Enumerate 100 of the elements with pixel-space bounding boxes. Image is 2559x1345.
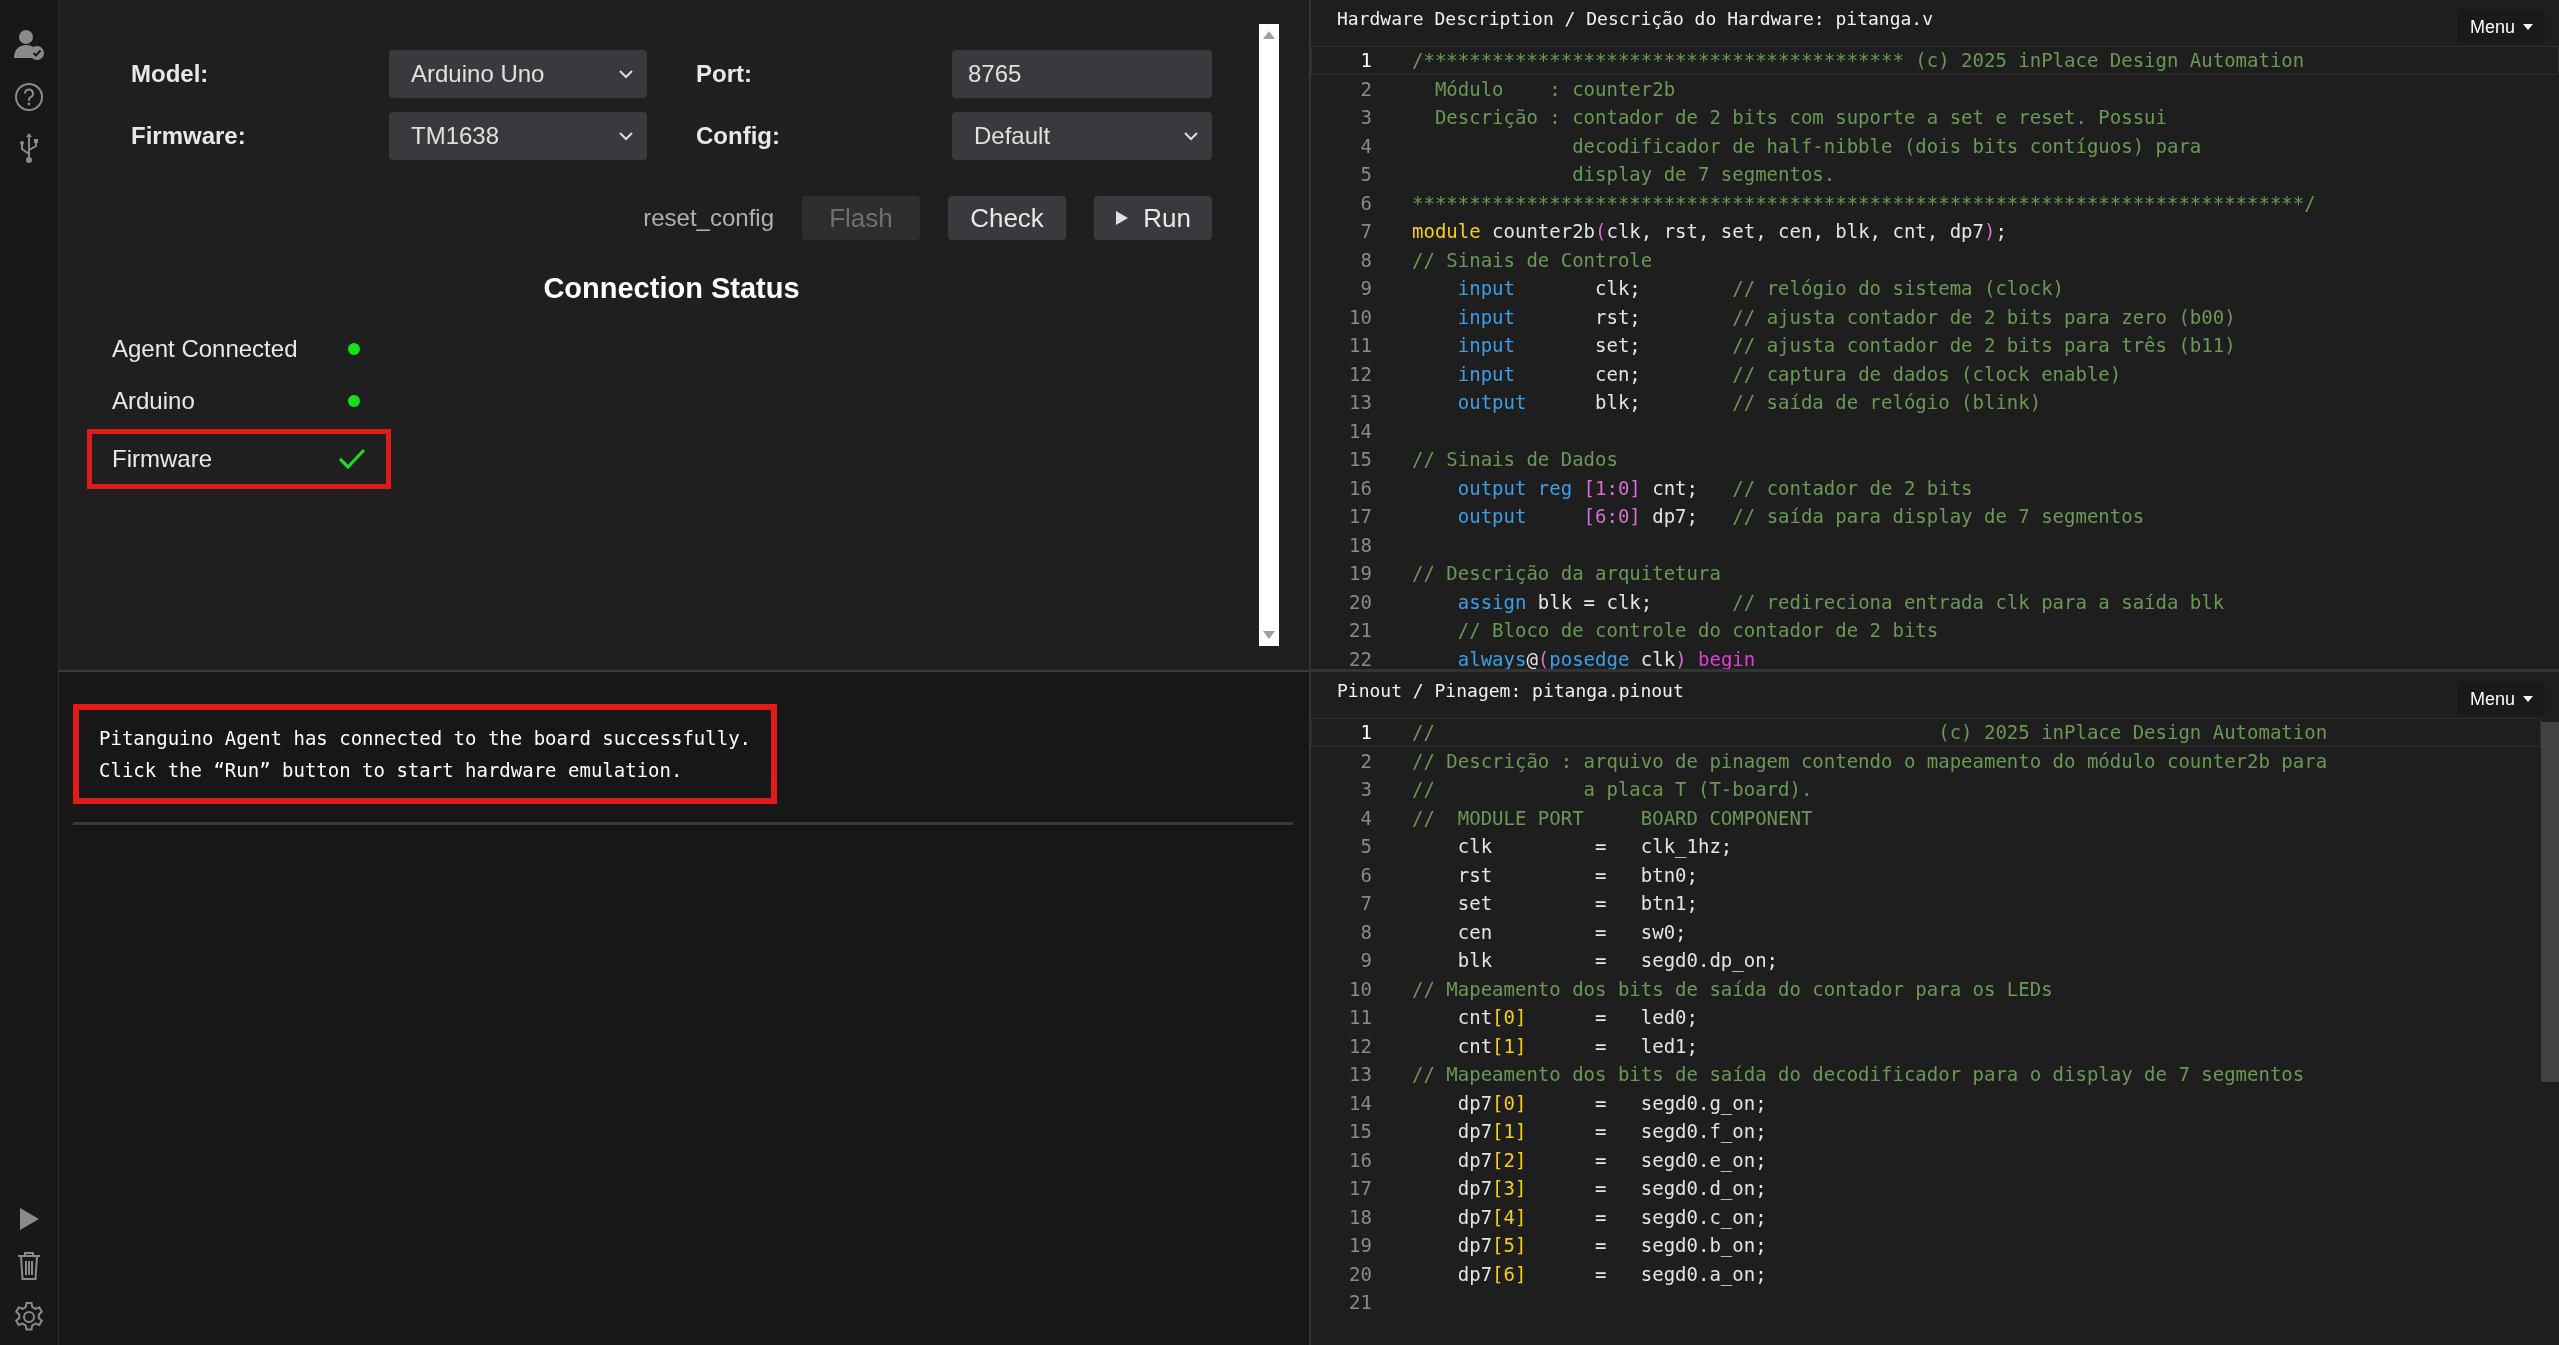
code-text: dp7: [1456, 1120, 1493, 1143]
status-label: Agent Connected: [112, 335, 298, 363]
code-text: dp7: [1456, 1205, 1493, 1228]
code-bracket: (: [1595, 220, 1607, 243]
line-number: 8: [1359, 920, 1372, 943]
line-number: 3: [1359, 106, 1372, 129]
line-number: 1: [1359, 49, 1372, 72]
line-number: 21: [1348, 619, 1372, 642]
code-text: clk, rst, set, cen, blk, cnt, dp7: [1606, 220, 1984, 243]
code-comment: // Mapeamento dos bits de saída do decodificador para o display de 7 segmentos: [1412, 1063, 2305, 1086]
console-line: Pitanguino Agent has connected to the board successfully.: [99, 726, 752, 751]
code-text: dp7;: [1651, 505, 1698, 528]
code-text: cnt: [1456, 1006, 1493, 1029]
scroll-up-icon[interactable]: [1262, 30, 1276, 40]
code-text: = led1;: [1594, 1034, 1698, 1057]
firmware-select[interactable]: TM1638: [389, 112, 647, 160]
scrollbar-thumb[interactable]: [2541, 722, 2559, 1082]
model-select[interactable]: Arduino Uno: [389, 50, 647, 98]
play-icon[interactable]: [18, 1207, 40, 1231]
menu-button[interactable]: Menu: [2457, 682, 2545, 716]
menu-button[interactable]: Menu: [2457, 10, 2545, 44]
chevron-down-icon: [619, 131, 633, 141]
code-index: [1]: [1492, 1034, 1527, 1057]
code-text: = led0;: [1594, 1006, 1698, 1029]
line-number: 15: [1348, 448, 1372, 471]
code-comment: // saída para display de 7 segmentos: [1731, 505, 2145, 528]
code-comment: // saída de relógio (blink): [1731, 391, 2042, 414]
run-button[interactable]: Run: [1094, 196, 1212, 240]
code-comment: // Sinais de Dados: [1412, 448, 1618, 471]
help-icon[interactable]: [14, 82, 44, 112]
line-number: 15: [1348, 1120, 1372, 1143]
code-comment: // redireciona entrada clk para a saída blk: [1731, 590, 2225, 613]
code-index: [5]: [1492, 1234, 1527, 1257]
code-text: = segd0.c_on;: [1594, 1205, 1767, 1228]
line-number: 17: [1348, 505, 1372, 528]
code-comment: // Descrição : arquivo de pinagem contendo o mapeamento do módulo counter2b para: [1412, 749, 2328, 772]
line-number: 11: [1348, 334, 1372, 357]
play-icon: [1115, 210, 1130, 226]
code-index: [2]: [1492, 1148, 1527, 1171]
line-number: 8: [1359, 248, 1372, 271]
line-number: 14: [1348, 419, 1372, 442]
line-number: 19: [1348, 1234, 1372, 1257]
code-text: = segd0.g_on;: [1594, 1091, 1767, 1114]
usb-icon[interactable]: [18, 132, 40, 164]
code-keyword: output: [1456, 391, 1527, 414]
code-keyword: input: [1456, 362, 1515, 385]
status-dot: [348, 343, 360, 355]
code-keyword: input: [1456, 305, 1515, 328]
line-number: 12: [1348, 362, 1372, 385]
config-select[interactable]: Default: [952, 112, 1212, 160]
trash-icon[interactable]: [16, 1251, 42, 1281]
code-comment: // a placa T (T-board).: [1412, 778, 1813, 801]
code-text: clk: [1639, 647, 1676, 669]
code-text: clk = clk_1hz;: [1456, 835, 1733, 858]
code-index: [0]: [1492, 1091, 1527, 1114]
chevron-down-icon: [1184, 131, 1198, 141]
line-number: 17: [1348, 1177, 1372, 1200]
model-label: Model:: [131, 60, 210, 88]
caret-down-icon: [2523, 696, 2533, 702]
line-number: 16: [1348, 1148, 1372, 1171]
code-index: [1]: [1492, 1120, 1527, 1143]
settings-icon[interactable]: [13, 1301, 45, 1333]
code-keyword: module: [1412, 220, 1481, 243]
code-text: = segd0.a_on;: [1594, 1262, 1767, 1285]
line-number: 9: [1359, 949, 1372, 972]
code-comment: ******************************************************************************/: [1412, 191, 2316, 214]
line-number: 13: [1348, 391, 1372, 414]
line-number: 20: [1348, 590, 1372, 613]
code-keyword: input: [1456, 277, 1515, 300]
line-number: 21: [1348, 1291, 1372, 1314]
code-comment: Descrição : contador de 2 bits com suporte a set e reset. Possui: [1433, 106, 2167, 129]
reset-config-link[interactable]: reset_config: [643, 204, 774, 232]
line-number: 7: [1359, 220, 1372, 243]
check-button[interactable]: Check: [948, 196, 1066, 240]
code-comment: // ajusta contador de 2 bits para três (b11): [1731, 334, 2236, 357]
code-text: = segd0.f_on;: [1594, 1120, 1767, 1143]
line-number: 6: [1359, 863, 1372, 886]
code-keyword: output: [1456, 505, 1528, 528]
code-keyword: output reg: [1456, 476, 1574, 499]
code-text: ;: [1995, 220, 2007, 243]
code-bracket: [6:0]: [1583, 505, 1641, 528]
firmware-label: Firmware:: [131, 122, 247, 150]
code-comment: Módulo : counter2b: [1433, 77, 1676, 100]
line-number: 1: [1359, 721, 1372, 744]
line-number: 7: [1359, 892, 1372, 915]
console-line: Click the “Run” button to start hardware emulation.: [99, 758, 684, 783]
port-label: Port:: [696, 60, 753, 88]
scrollbar[interactable]: [1259, 24, 1279, 646]
code-comment: display de 7 segmentos.: [1571, 163, 1836, 186]
scroll-down-icon[interactable]: [1262, 630, 1276, 640]
code-text: cnt: [1456, 1034, 1493, 1057]
code-comment: // Descrição da arquitetura: [1412, 562, 1721, 585]
code-text: dp7: [1456, 1262, 1493, 1285]
code-bracket: ): [1675, 647, 1687, 669]
chevron-down-icon: [619, 69, 633, 79]
code-text: @: [1526, 647, 1538, 669]
user-check-icon[interactable]: [12, 28, 46, 62]
port-field[interactable]: 8765: [952, 50, 1212, 98]
code-comment: decodificador de half-nibble (dois bits contíguos) para: [1571, 134, 2202, 157]
code-index: [3]: [1492, 1177, 1527, 1200]
